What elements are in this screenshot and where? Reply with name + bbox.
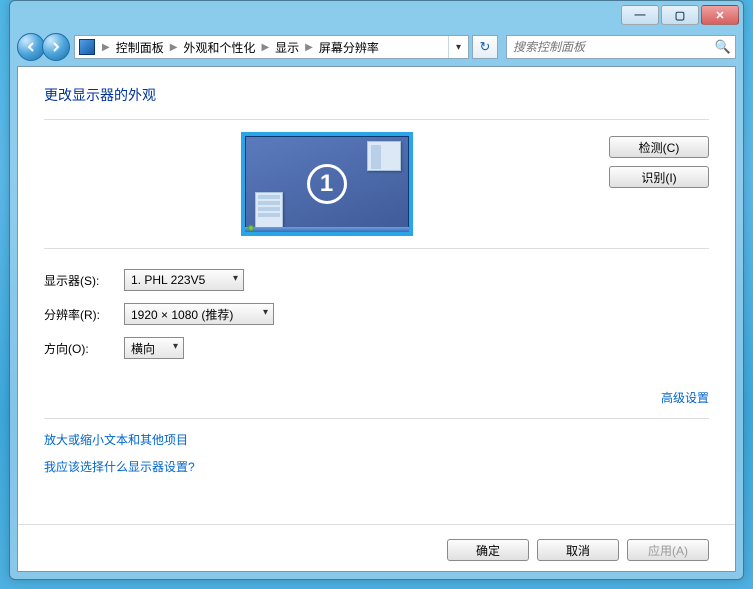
apply-button[interactable]: 应用(A) — [627, 539, 709, 561]
side-buttons: 检测(C) 识别(I) — [609, 132, 709, 188]
resolution-select[interactable]: 1920 × 1080 (推荐) — [124, 303, 274, 325]
page-title: 更改显示器的外观 — [44, 85, 709, 105]
ok-button[interactable]: 确定 — [447, 539, 529, 561]
breadcrumb-separator: ▶ — [166, 42, 182, 53]
monitor-number: 1 — [307, 164, 347, 204]
close-button[interactable]: ✕ — [701, 5, 739, 25]
which-monitor-link[interactable]: 我应该选择什么显示器设置? — [44, 458, 709, 475]
cancel-button[interactable]: 取消 — [537, 539, 619, 561]
breadcrumb-separator: ▶ — [98, 42, 114, 53]
text-size-link[interactable]: 放大或缩小文本和其他项目 — [44, 431, 709, 448]
display-label: 显示器(S): — [44, 272, 124, 289]
settings-form: 显示器(S): 1. PHL 223V5 分辨率(R): 1920 × 1080… — [44, 269, 709, 371]
navigation-bar: ▶ 控制面板 ▶ 外观和个性化 ▶ 显示 ▶ 屏幕分辨率 ▾ ↻ 🔍 — [17, 29, 736, 65]
content-pane: 更改显示器的外观 1 检测(C) 识别(I) — [17, 66, 736, 572]
breadcrumb-separator: ▶ — [257, 42, 273, 53]
orientation-label: 方向(O): — [44, 340, 124, 357]
breadcrumb[interactable]: ▶ 控制面板 ▶ 外观和个性化 ▶ 显示 ▶ 屏幕分辨率 ▾ — [74, 35, 469, 59]
help-links: 放大或缩小文本和其他项目 我应该选择什么显示器设置? — [44, 418, 709, 485]
resolution-row: 分辨率(R): 1920 × 1080 (推荐) — [44, 303, 709, 325]
search-input[interactable] — [511, 39, 715, 55]
refresh-button[interactable]: ↻ — [472, 35, 498, 59]
monitor-thumbnail[interactable]: 1 — [241, 132, 413, 236]
minimize-button[interactable]: — — [621, 5, 659, 25]
crumb-control-panel[interactable]: 控制面板 — [114, 39, 166, 56]
nav-arrows — [17, 33, 70, 61]
back-button[interactable] — [17, 33, 45, 61]
breadcrumb-separator: ▶ — [301, 42, 317, 53]
dialog-button-bar: 确定 取消 应用(A) — [18, 524, 735, 561]
preview-window-icon — [255, 192, 283, 228]
identify-button[interactable]: 识别(I) — [609, 166, 709, 188]
crumb-resolution[interactable]: 屏幕分辨率 — [317, 39, 381, 56]
resolution-label: 分辨率(R): — [44, 306, 124, 323]
search-box[interactable]: 🔍 — [506, 35, 736, 59]
monitor-preview-area[interactable]: 1 — [44, 132, 609, 236]
advanced-settings-link[interactable]: 高级设置 — [44, 389, 709, 406]
control-panel-icon — [79, 39, 95, 55]
crumb-display[interactable]: 显示 — [273, 39, 301, 56]
orientation-value: 横向 — [131, 340, 155, 357]
control-panel-window: — ▢ ✕ ▶ 控制面板 ▶ 外观和个性化 ▶ 显示 ▶ 屏幕分辨率 ▾ ↻ — [9, 0, 744, 580]
window-titlebar: — ▢ ✕ — [10, 1, 743, 29]
resolution-value: 1920 × 1080 (推荐) — [131, 306, 233, 323]
orientation-select[interactable]: 横向 — [124, 337, 184, 359]
display-select[interactable]: 1. PHL 223V5 — [124, 269, 244, 291]
display-row: 显示器(S): 1. PHL 223V5 — [44, 269, 709, 291]
forward-button[interactable] — [42, 33, 70, 61]
detect-button[interactable]: 检测(C) — [609, 136, 709, 158]
preview-window-icon — [367, 141, 401, 171]
crumb-appearance[interactable]: 外观和个性化 — [181, 39, 257, 56]
preview-start-orb — [248, 225, 254, 231]
monitor-preview-row: 1 检测(C) 识别(I) — [44, 119, 709, 249]
preview-taskbar — [245, 227, 409, 232]
breadcrumb-dropdown[interactable]: ▾ — [448, 36, 468, 58]
search-icon: 🔍 — [715, 39, 731, 55]
orientation-row: 方向(O): 横向 — [44, 337, 709, 359]
display-value: 1. PHL 223V5 — [131, 273, 205, 287]
maximize-button[interactable]: ▢ — [661, 5, 699, 25]
